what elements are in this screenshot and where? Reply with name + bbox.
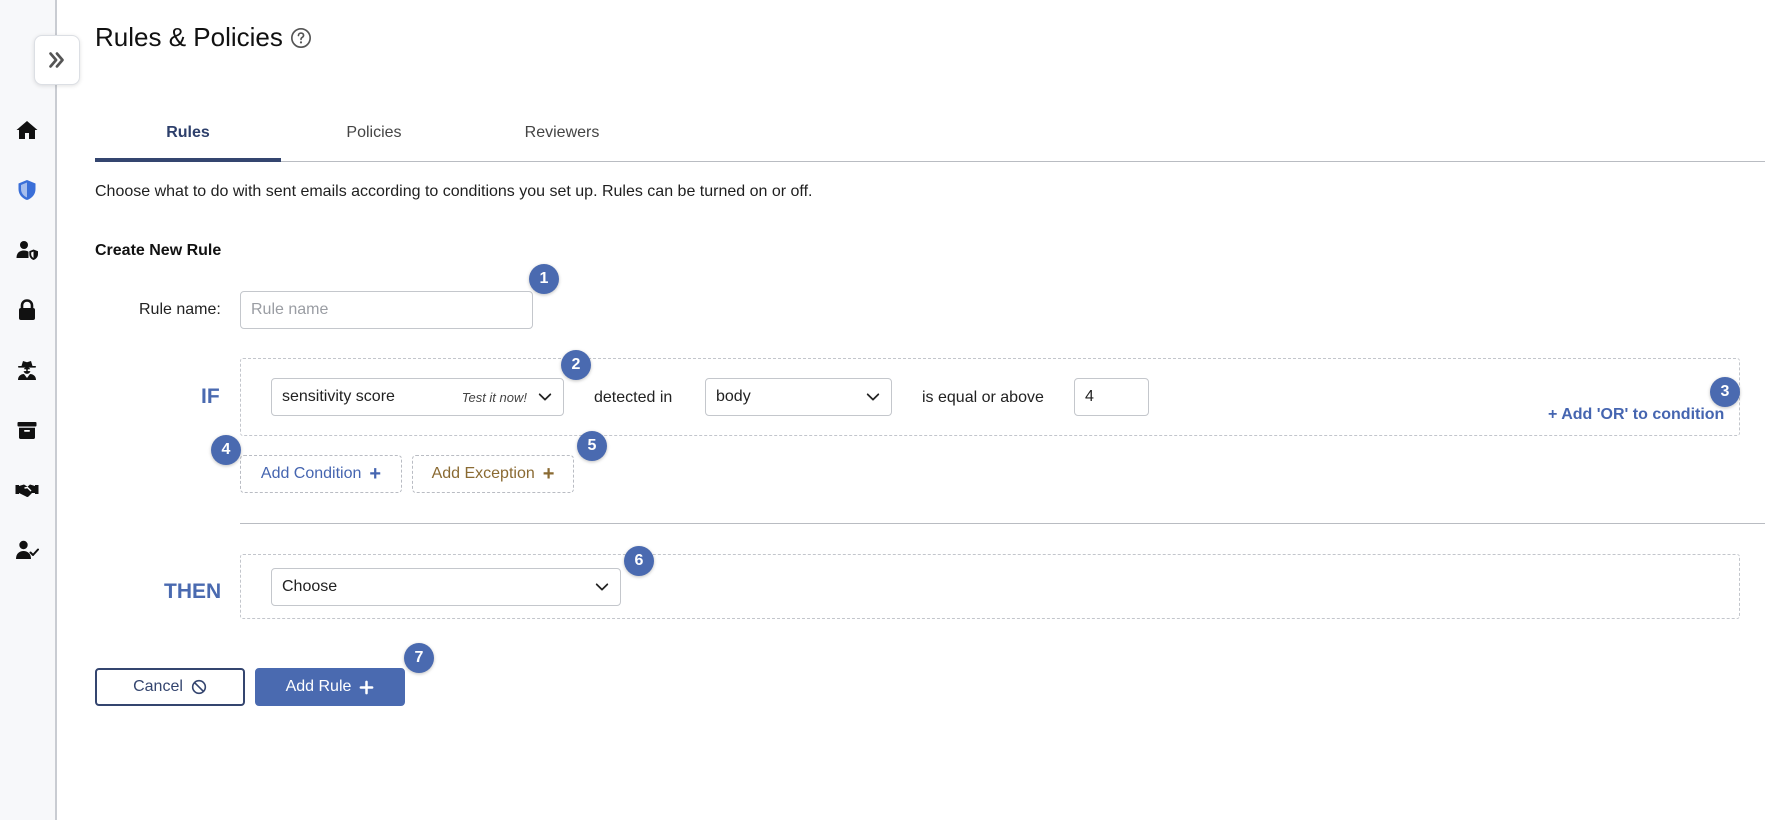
add-rule-button[interactable]: Add Rule (255, 668, 405, 706)
sidebar-item-incognito[interactable] (14, 357, 40, 383)
user-secret-icon (18, 361, 36, 380)
section-title: Create New Rule (95, 242, 222, 259)
chevron-down-icon (865, 389, 881, 405)
action-value: Choose (282, 578, 338, 595)
main-content: Rules & Policies Rules Policies Reviewer… (95, 0, 1765, 820)
expand-sidebar-button[interactable] (34, 35, 80, 85)
tab-rules[interactable]: Rules (95, 118, 281, 162)
step-badge-4: 4 (211, 435, 241, 465)
handshake-icon (15, 484, 39, 498)
condition-field-select[interactable]: sensitivity score Test it now! (271, 378, 564, 416)
help-icon[interactable] (290, 27, 312, 49)
add-condition-label: Add Condition (260, 465, 362, 482)
archive-icon (17, 422, 37, 439)
detected-in-label: detected in (594, 389, 673, 406)
add-exception-button[interactable]: Add Exception + (412, 455, 574, 493)
sidebar-item-protection[interactable] (14, 177, 40, 203)
chevron-down-icon (537, 389, 553, 405)
location-value: body (716, 388, 751, 405)
cancel-label: Cancel (133, 678, 183, 695)
tab-policies[interactable]: Policies (281, 118, 467, 162)
tab-bar: Rules Policies Reviewers (95, 118, 1765, 162)
tab-reviewers[interactable]: Reviewers (469, 118, 655, 162)
sidebar (0, 0, 57, 820)
add-rule-label: Add Rule (285, 678, 352, 695)
user-shield-icon (16, 241, 38, 260)
step-badge-1: 1 (529, 264, 559, 294)
sidebar-item-home[interactable] (14, 117, 40, 143)
sidebar-item-encryption[interactable] (14, 297, 40, 323)
add-or-condition-link[interactable]: + Add 'OR' to condition (1548, 406, 1724, 424)
lock-icon (19, 299, 35, 320)
chevrons-right-icon (49, 52, 64, 68)
add-exception-label: Add Exception (431, 465, 535, 482)
home-icon (16, 121, 38, 139)
step-badge-3: 3 (1710, 377, 1740, 407)
step-badge-5: 5 (577, 431, 607, 461)
rule-name-label: Rule name: (139, 301, 221, 318)
plus-icon: + (542, 463, 555, 485)
page-description: Choose what to do with sent emails accor… (95, 183, 813, 200)
page-title: Rules & Policies (95, 22, 312, 53)
plus-icon (359, 680, 374, 695)
section-divider (240, 523, 1765, 524)
ban-icon (191, 679, 207, 695)
sidebar-item-user-protection[interactable] (14, 237, 40, 263)
location-select[interactable]: body (705, 378, 892, 416)
user-check-icon (16, 540, 39, 559)
page-title-text: Rules & Policies (95, 22, 283, 52)
condition-field-value: sensitivity score (282, 388, 395, 405)
chevron-down-icon (594, 579, 610, 595)
threshold-input[interactable] (1074, 378, 1149, 416)
plus-icon: + (369, 463, 382, 485)
step-badge-6: 6 (624, 546, 654, 576)
then-keyword: THEN (164, 580, 222, 603)
action-select[interactable]: Choose (271, 568, 621, 606)
shield-icon (18, 180, 36, 200)
sidebar-item-partners[interactable] (14, 477, 40, 503)
cancel-button[interactable]: Cancel (95, 668, 245, 706)
add-condition-button[interactable]: Add Condition + (240, 455, 402, 493)
sidebar-item-archive[interactable] (14, 417, 40, 443)
step-badge-2: 2 (561, 350, 591, 380)
test-it-now-link[interactable]: Test it now! (462, 390, 527, 405)
rule-name-input[interactable] (240, 291, 533, 329)
step-badge-7: 7 (404, 643, 434, 673)
operator-label: is equal or above (922, 389, 1044, 406)
sidebar-item-reviewers[interactable] (14, 537, 40, 563)
if-keyword: IF (201, 385, 220, 408)
